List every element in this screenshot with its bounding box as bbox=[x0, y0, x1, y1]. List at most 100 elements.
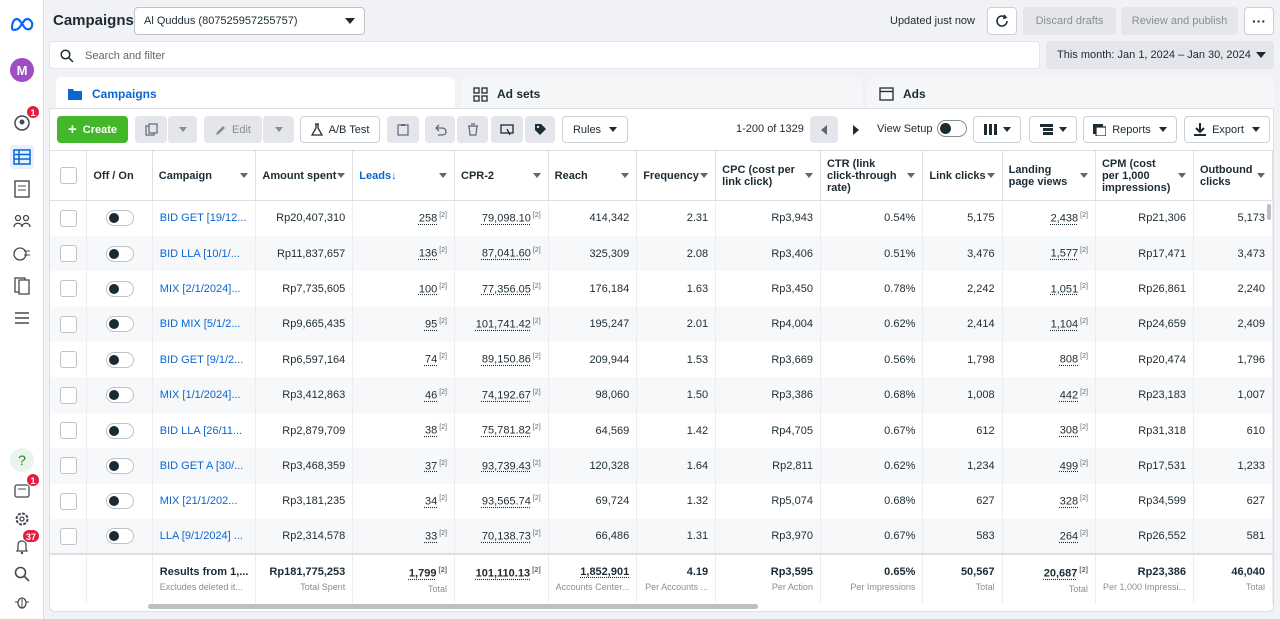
notifications-icon[interactable]: 1 bbox=[10, 105, 40, 135]
search-input[interactable]: Search and filter bbox=[49, 41, 1040, 69]
campaign-toggle[interactable] bbox=[105, 493, 134, 510]
row-toggle-cell[interactable] bbox=[86, 448, 153, 484]
help-icon[interactable]: ? bbox=[10, 448, 34, 472]
catalog-icon[interactable] bbox=[10, 274, 34, 298]
row-checkbox[interactable] bbox=[59, 315, 77, 333]
column-header-landing-page-views[interactable]: Landing page views bbox=[1002, 150, 1096, 201]
row-select-cell[interactable] bbox=[50, 483, 88, 520]
row-toggle-cell[interactable] bbox=[86, 519, 153, 555]
edit-button[interactable]: Edit bbox=[204, 116, 262, 143]
table-row[interactable]: MIX [21/1/202... Rp3,181,235 34 [2] 93,565.7… bbox=[50, 483, 1274, 520]
table-row[interactable]: BID GET [9/1/2... Rp6,597,164 74 [2] 89,150.… bbox=[50, 342, 1274, 378]
duplicate-button[interactable] bbox=[135, 116, 167, 143]
column-header-reach[interactable]: Reach bbox=[548, 150, 638, 201]
campaign-name[interactable]: BID LLA [26/11... bbox=[160, 425, 242, 437]
row-select-cell[interactable] bbox=[50, 306, 88, 343]
horizontal-scrollbar[interactable] bbox=[148, 604, 758, 609]
campaign-name[interactable]: MIX [1/1/2024]... bbox=[160, 389, 241, 401]
campaign-toggle[interactable] bbox=[105, 245, 134, 262]
campaign-name[interactable]: BID GET A [30/... bbox=[160, 460, 244, 472]
next-page-button[interactable] bbox=[842, 116, 870, 143]
tab-ad-sets[interactable]: Ad sets bbox=[461, 77, 862, 111]
row-toggle-cell[interactable] bbox=[86, 377, 153, 413]
select-all-header[interactable] bbox=[50, 150, 88, 201]
row-toggle-cell[interactable] bbox=[86, 412, 153, 449]
column-header-cpr-2[interactable]: CPR-2 bbox=[454, 150, 549, 201]
row-checkbox[interactable] bbox=[59, 527, 77, 545]
table-row[interactable]: MIX [2/1/2024]... Rp7,735,605 100 [2] 77,356… bbox=[50, 271, 1274, 307]
campaign-name-cell[interactable]: BID GET [9/1/2... bbox=[152, 342, 257, 378]
edit-dropdown[interactable] bbox=[262, 116, 294, 143]
row-select-cell[interactable] bbox=[50, 235, 88, 272]
search-icon[interactable] bbox=[10, 562, 34, 586]
column-header-ctr[interactable]: CTR (link click-through rate) bbox=[820, 150, 924, 201]
create-button[interactable]: + Create bbox=[57, 116, 128, 143]
more-options-button[interactable]: ··· bbox=[1244, 7, 1274, 35]
refresh-button[interactable] bbox=[987, 7, 1017, 35]
campaign-toggle[interactable] bbox=[105, 457, 134, 474]
tab-ads[interactable]: Ads bbox=[867, 77, 1274, 111]
campaign-name-cell[interactable]: LLA [9/1/2024] ... bbox=[152, 519, 257, 555]
campaign-name[interactable]: BID LLA [10/1/... bbox=[160, 248, 240, 260]
view-setup-toggle[interactable] bbox=[937, 120, 967, 137]
campaign-name-cell[interactable]: BID GET A [30/... bbox=[152, 448, 257, 484]
table-row[interactable]: BID MIX [5/1/2... Rp9,665,435 95 [2] 101,741… bbox=[50, 306, 1274, 343]
row-select-cell[interactable] bbox=[50, 271, 88, 307]
row-toggle-cell[interactable] bbox=[86, 235, 153, 272]
row-select-cell[interactable] bbox=[50, 342, 88, 378]
date-range-picker[interactable]: This month: Jan 1, 2024 – Jan 30, 2024 bbox=[1046, 41, 1274, 69]
row-toggle-cell[interactable] bbox=[86, 200, 153, 236]
tab-campaigns[interactable]: Campaigns bbox=[56, 77, 455, 111]
campaign-toggle[interactable] bbox=[105, 351, 134, 368]
row-toggle-cell[interactable] bbox=[86, 306, 153, 343]
preview-button[interactable] bbox=[491, 116, 523, 143]
campaign-name-cell[interactable]: MIX [1/1/2024]... bbox=[152, 377, 257, 413]
campaign-name[interactable]: BID GET [9/1/2... bbox=[160, 354, 244, 366]
campaign-name[interactable]: LLA [9/1/2024] ... bbox=[160, 530, 243, 542]
ab-test-button[interactable]: A/B Test bbox=[300, 116, 380, 143]
tag-button[interactable] bbox=[525, 116, 555, 143]
row-select-cell[interactable] bbox=[50, 519, 88, 555]
campaign-name-cell[interactable]: BID GET [19/12... bbox=[152, 200, 257, 236]
row-checkbox[interactable] bbox=[59, 492, 77, 510]
audiences-icon[interactable] bbox=[10, 209, 34, 233]
select-all-checkbox[interactable] bbox=[59, 167, 77, 184]
row-select-cell[interactable] bbox=[50, 200, 88, 236]
campaigns-table-icon[interactable] bbox=[10, 145, 34, 169]
campaign-name-cell[interactable]: BID LLA [10/1/... bbox=[152, 235, 257, 272]
campaign-name-cell[interactable]: MIX [21/1/202... bbox=[152, 483, 257, 520]
campaign-name-cell[interactable]: MIX [2/1/2024]... bbox=[152, 271, 257, 307]
export-button[interactable]: Export bbox=[1184, 116, 1270, 143]
account-selector[interactable]: Al Quddus (807525957255757) bbox=[134, 7, 365, 35]
avatar[interactable]: M bbox=[10, 58, 34, 82]
column-header-off-on[interactable]: Off / On bbox=[86, 150, 153, 201]
table-row[interactable]: BID LLA [10/1/... Rp11,837,657 136 [2] 87,04… bbox=[50, 235, 1274, 272]
column-header-amount-spent[interactable]: Amount spent bbox=[255, 150, 354, 201]
report-icon[interactable] bbox=[10, 177, 34, 201]
duplicate-dropdown[interactable] bbox=[167, 116, 197, 143]
menu-icon[interactable] bbox=[10, 306, 34, 330]
settings-icon[interactable] bbox=[10, 507, 34, 531]
table-row[interactable]: BID GET [19/12... Rp20,407,310 258 [2] 79,09… bbox=[50, 200, 1274, 236]
columns-button[interactable] bbox=[973, 116, 1021, 143]
campaign-name[interactable]: BID MIX [5/1/2... bbox=[160, 318, 241, 330]
table-row[interactable]: BID GET A [30/... Rp3,468,359 37 [2] 93,739.… bbox=[50, 448, 1274, 484]
events-icon[interactable] bbox=[10, 242, 34, 266]
row-checkbox[interactable] bbox=[59, 280, 77, 298]
row-toggle-cell[interactable] bbox=[86, 483, 153, 520]
inbox-icon[interactable]: 1 bbox=[10, 473, 40, 503]
column-header-campaign[interactable]: Campaign bbox=[152, 150, 257, 201]
undo-button[interactable] bbox=[425, 116, 455, 143]
table-row[interactable]: LLA [9/1/2024] ... Rp2,314,578 33 [2] 70,138… bbox=[50, 519, 1274, 555]
row-checkbox[interactable] bbox=[59, 209, 77, 227]
row-select-cell[interactable] bbox=[50, 377, 88, 413]
rules-button[interactable]: Rules bbox=[562, 116, 628, 143]
table-row[interactable]: BID LLA [26/11... Rp2,879,709 38 [2] 75,781.… bbox=[50, 412, 1274, 449]
discard-drafts-button[interactable]: Discard drafts bbox=[1023, 7, 1116, 35]
column-header-frequency[interactable]: Frequency bbox=[636, 150, 717, 201]
breakdown-button[interactable] bbox=[1029, 116, 1077, 143]
campaign-name[interactable]: MIX [2/1/2024]... bbox=[160, 283, 241, 295]
column-header-outbound-clicks[interactable]: Outbound clicks bbox=[1193, 150, 1274, 201]
row-toggle-cell[interactable] bbox=[86, 271, 153, 307]
alerts-bell-icon[interactable]: 37 bbox=[10, 529, 40, 559]
